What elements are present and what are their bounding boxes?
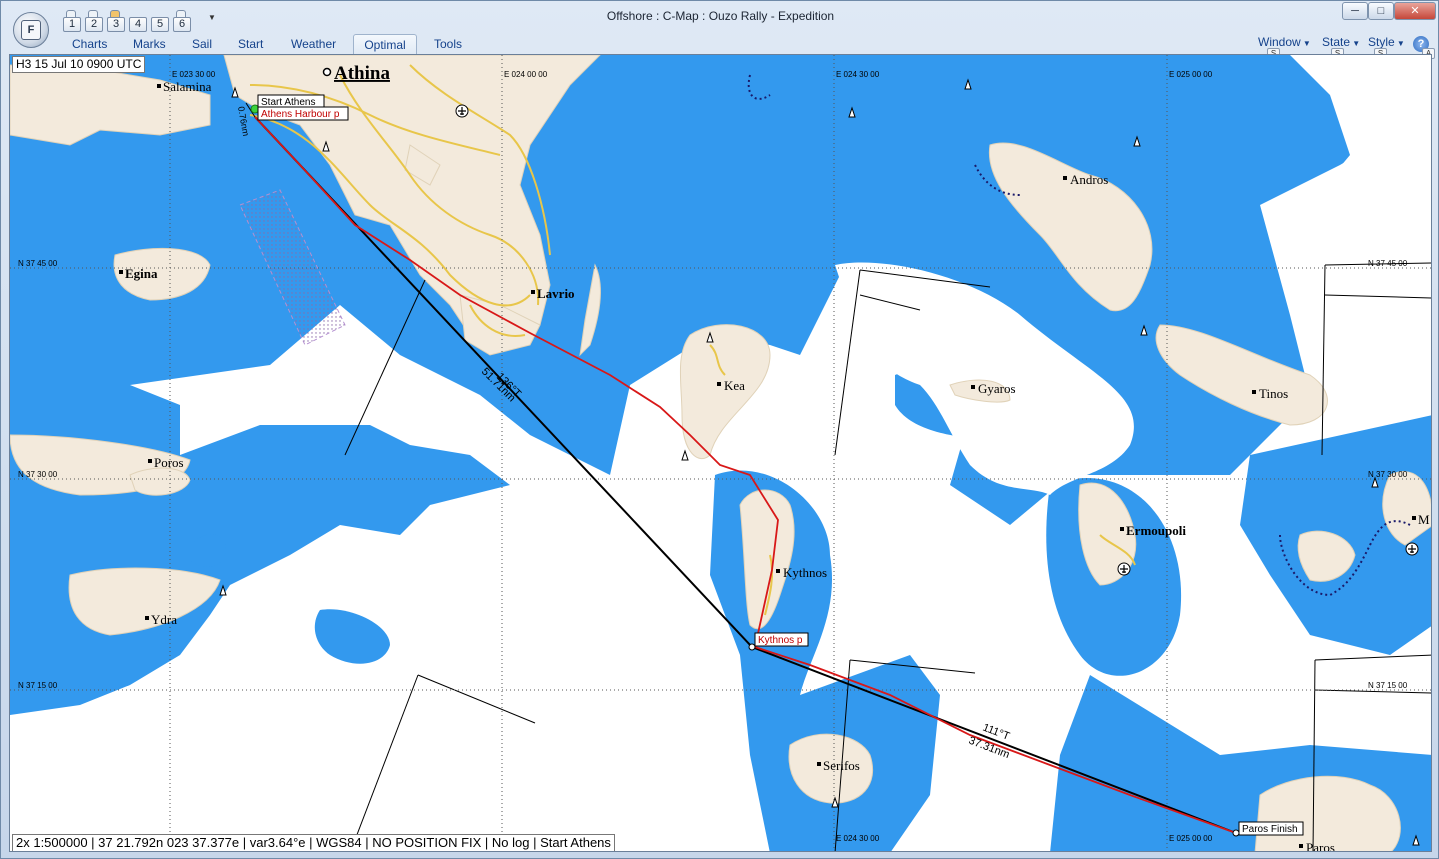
maximize-button[interactable]: □ <box>1368 2 1394 20</box>
mark-start-athens[interactable]: Start Athens <box>261 97 315 108</box>
tab-optimal[interactable]: Optimal <box>353 34 417 54</box>
airport-icon <box>1405 542 1419 556</box>
application-menu-button[interactable]: F <box>13 12 49 48</box>
tab-marks[interactable]: Marks <box>127 34 172 54</box>
town-marker <box>1412 516 1416 520</box>
menu-window[interactable]: Window ▼ <box>1258 34 1311 52</box>
town-marker <box>145 616 149 620</box>
place-salamina[interactable]: Salamina <box>163 79 212 94</box>
latitude-label: N 37 45 00 <box>18 259 58 268</box>
place-athina[interactable]: Athina <box>334 63 390 84</box>
place-egina[interactable]: Egina <box>125 266 158 281</box>
place-m[interactable]: M <box>1418 512 1430 527</box>
tab-tools[interactable]: Tools <box>428 34 468 54</box>
longitude-label: E 024 30 00 <box>836 834 880 843</box>
place-poros[interactable]: Poros <box>154 455 184 470</box>
longitude-label: E 024 30 00 <box>836 70 880 79</box>
place-tinos[interactable]: Tinos <box>1259 386 1288 401</box>
place-kythnos[interactable]: Kythnos <box>783 565 827 580</box>
chevron-down-icon: ▼ <box>1300 39 1311 48</box>
place-kea[interactable]: Kea <box>724 378 745 393</box>
latitude-label: N 37 30 00 <box>1368 470 1408 479</box>
menu-state-label: State <box>1322 35 1351 49</box>
shallow-water <box>10 55 1431 851</box>
town-marker <box>1120 527 1124 531</box>
mark-athens-harbour[interactable]: Athens Harbour p <box>261 109 340 120</box>
town-marker <box>717 382 721 386</box>
town-marker <box>1299 844 1303 848</box>
town-marker <box>776 569 780 573</box>
place-ermoupoli[interactable]: Ermoupoli <box>1126 523 1186 538</box>
close-button[interactable]: ✕ <box>1394 2 1436 20</box>
longitude-label: E 024 00 00 <box>504 70 548 79</box>
title-bar: F 1 2 3 4 5 6 ▼ Offshore : C-Map : Ouzo … <box>1 1 1439 48</box>
latitude-label: N 37 30 00 <box>18 470 58 479</box>
tab-start[interactable]: Start <box>232 34 269 54</box>
window-title: Offshore : C-Map : Ouzo Rally - Expediti… <box>606 9 835 23</box>
lighthouse-icon <box>681 449 689 461</box>
town-marker <box>1252 390 1256 394</box>
mark-paros-finish[interactable]: Paros Finish <box>1242 824 1298 835</box>
place-gyaros[interactable]: Gyaros <box>978 381 1016 396</box>
town-marker <box>157 84 161 88</box>
town-marker <box>119 270 123 274</box>
town-marker <box>971 385 975 389</box>
mark-kythnos[interactable]: Kythnos p <box>758 635 803 646</box>
nautical-chart[interactable]: E 023 30 00 E 024 00 00 E 024 30 00 E 02… <box>10 55 1432 852</box>
town-marker <box>1063 176 1067 180</box>
town-marker <box>817 762 821 766</box>
city-marker <box>322 67 332 77</box>
chevron-down-icon: ▼ <box>1394 39 1405 48</box>
waypoint-icon[interactable] <box>748 643 756 651</box>
longitude-label: E 025 00 00 <box>1169 834 1213 843</box>
chevron-down-icon: ▼ <box>1350 39 1361 48</box>
app-button-label: F <box>21 20 41 40</box>
tab-weather[interactable]: Weather <box>285 34 342 54</box>
latitude-label: N 37 15 00 <box>18 681 58 690</box>
tab-sail[interactable]: Sail <box>186 34 218 54</box>
place-ydra[interactable]: Ydra <box>151 612 177 627</box>
minimize-button[interactable]: ─ <box>1342 2 1368 20</box>
chart-view[interactable]: E 023 30 00 E 024 00 00 E 024 30 00 E 02… <box>9 54 1432 852</box>
status-bar: 2x 1:500000 | 37 21.792n 023 37.377e | v… <box>12 834 615 851</box>
town-marker <box>531 290 535 294</box>
finish-mark-icon[interactable] <box>1232 829 1240 837</box>
forecast-timestamp: H3 15 Jul 10 0900 UTC <box>12 56 146 73</box>
place-lavrio[interactable]: Lavrio <box>537 286 575 301</box>
menu-window-label: Window <box>1258 35 1301 49</box>
place-serifos[interactable]: Serifos <box>823 758 860 773</box>
town-marker <box>148 459 152 463</box>
latitude-label: N 37 45 00 <box>1368 259 1408 268</box>
longitude-label: E 023 30 00 <box>172 70 216 79</box>
longitude-label: E 025 00 00 <box>1169 70 1213 79</box>
airport-icon <box>455 104 469 118</box>
tab-charts[interactable]: Charts <box>66 34 113 54</box>
place-paros[interactable]: Paros <box>1306 840 1335 852</box>
latitude-label: N 37 15 00 <box>1368 681 1408 690</box>
airport-icon <box>1117 562 1131 576</box>
place-andros[interactable]: Andros <box>1070 172 1108 187</box>
menu-style-label: Style <box>1368 35 1395 49</box>
application-window: F 1 2 3 4 5 6 ▼ Offshore : C-Map : Ouzo … <box>0 0 1439 859</box>
ribbon-tabs: Charts Marks Sail Start Weather Optimal … <box>1 32 1439 59</box>
